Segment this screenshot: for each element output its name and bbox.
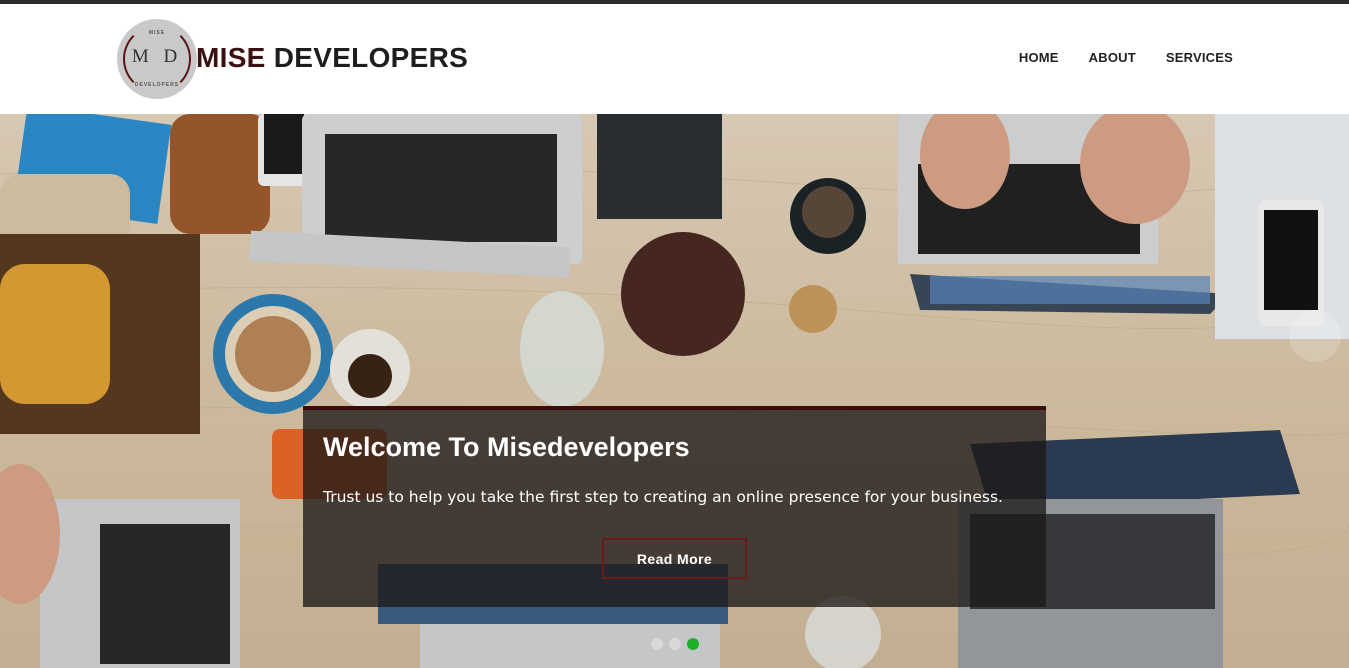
nav-home-link[interactable]: HOME [1019, 50, 1059, 65]
slider-dot-2[interactable] [669, 638, 681, 650]
brand-name[interactable]: MISE DEVELOPERS [196, 42, 468, 74]
logo-monogram: M D [131, 46, 183, 67]
nav-about-link[interactable]: ABOUT [1089, 50, 1136, 65]
hero-slider: Welcome To Misedevelopers Trust us to he… [0, 114, 1349, 668]
site-header: MISE M D DEVELOPERS MISE DEVELOPERS HOME… [0, 4, 1349, 114]
main-nav: HOME ABOUT SERVICES [1019, 50, 1233, 65]
hero-caption-box: Welcome To Misedevelopers Trust us to he… [303, 406, 1046, 607]
read-more-button[interactable]: Read More [602, 538, 747, 579]
logo-arc-top-text: MISE [148, 30, 166, 36]
slider-dot-3[interactable] [687, 638, 699, 650]
hero-title: Welcome To Misedevelopers [323, 432, 690, 462]
brand-name-rest: DEVELOPERS [265, 42, 469, 73]
hero-subtitle: Trust us to help you take the first step… [323, 488, 1003, 506]
nav-services-link[interactable]: SERVICES [1166, 50, 1233, 65]
logo-arc-bottom-text: DEVELOPERS [134, 82, 180, 88]
slider-next-arrow[interactable] [1289, 310, 1341, 362]
slider-dot-1[interactable] [651, 638, 663, 650]
logo-badge[interactable]: MISE M D DEVELOPERS [117, 19, 197, 99]
brand-name-first: MISE [196, 42, 266, 73]
slider-dots [651, 638, 699, 650]
